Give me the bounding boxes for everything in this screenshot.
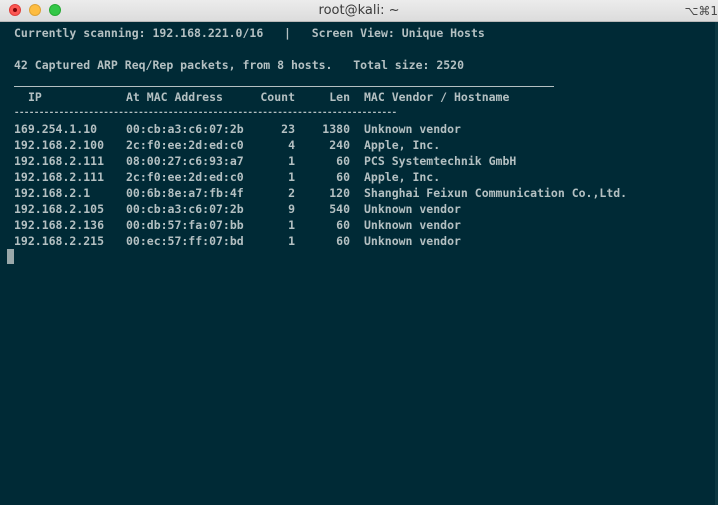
cell-vendor: Apple, Inc. [364, 138, 441, 152]
column-header-ip: IP [28, 90, 42, 104]
cell-count: 2 [288, 186, 295, 200]
cell-mac: 00:cb:a3:c6:07:2b [126, 122, 244, 136]
table-row: 169.254.1.10 00:cb:a3:c6:07:2b 23 1380 Unkno… [14, 121, 694, 137]
cell-len: 540 [329, 202, 350, 216]
table-row: 192.168.2.105 00:cb:a3:c6:07:2b 9 540 Unknow… [14, 201, 694, 217]
table-row: 192.168.2.111 2c:f0:ee:2d:ed:c0 1 60 Apple, … [14, 169, 694, 185]
cell-mac: 2c:f0:ee:2d:ed:c0 [126, 170, 244, 184]
cell-mac: 08:00:27:c6:93:a7 [126, 154, 244, 168]
title-bar: root@kali: ~ ⌥⌘1 [0, 0, 718, 22]
capture-summary-line: 42 Captured ARP Req/Rep packets, from 8 … [14, 58, 465, 72]
cell-len: 60 [336, 234, 350, 248]
cell-vendor: Unknown vendor [364, 234, 461, 248]
header-separator: ----------------------------------------… [14, 108, 397, 118]
cell-ip: 192.168.2.111 [14, 170, 105, 184]
cell-len: 60 [336, 218, 350, 232]
terminal-window: root@kali: ~ ⌥⌘1 Currently scanning: 192… [0, 0, 718, 505]
cell-mac: 2c:f0:ee:2d:ed:c0 [126, 138, 244, 152]
table-row: 192.168.2.136 00:db:57:fa:07:bb 1 60 Unknown… [14, 217, 694, 233]
window-title: root@kali: ~ [318, 3, 400, 18]
cell-ip: 192.168.2.136 [14, 218, 105, 232]
table-row: 192.168.2.111 08:00:27:c6:93:a7 1 60 PCS Sys… [14, 153, 694, 169]
cell-mac: 00:db:57:fa:07:bb [126, 218, 244, 232]
cell-vendor: Unknown vendor [364, 122, 461, 136]
terminal-output[interactable]: Currently scanning: 192.168.221.0/16 | S… [0, 22, 718, 505]
cell-vendor: Unknown vendor [364, 218, 461, 232]
cell-len: 240 [329, 138, 350, 152]
column-header-vendor: MAC Vendor / Hostname [364, 90, 510, 104]
cell-count: 9 [288, 202, 295, 216]
cell-len: 60 [336, 170, 350, 184]
table-row: 192.168.2.100 2c:f0:ee:2d:ed:c0 4 240 Apple,… [14, 137, 694, 153]
cell-count: 23 [281, 122, 295, 136]
cell-ip: 192.168.2.215 [14, 234, 105, 248]
cell-count: 1 [288, 218, 295, 232]
cell-vendor: PCS Systemtechnik GmbH [364, 154, 517, 168]
cell-ip: 192.168.2.100 [14, 138, 105, 152]
cell-count: 1 [288, 170, 295, 184]
window-shortcut: ⌥⌘1 [684, 4, 718, 18]
cell-count: 1 [288, 154, 295, 168]
cell-mac: 00:cb:a3:c6:07:2b [126, 202, 244, 216]
cell-len: 60 [336, 154, 350, 168]
cell-ip: 169.254.1.10 [14, 122, 98, 136]
column-header-count: Count [260, 90, 295, 104]
table-row: 192.168.2.1 00:6b:8e:a7:fb:4f 2 120 Shanghai… [14, 185, 694, 201]
cell-ip: 192.168.2.111 [14, 154, 105, 168]
cell-vendor: Apple, Inc. [364, 170, 441, 184]
cell-len: 120 [329, 186, 350, 200]
cell-count: 1 [288, 234, 295, 248]
cell-ip: 192.168.2.105 [14, 202, 105, 216]
table-row: 192.168.2.215 00:ec:57:ff:07:bd 1 60 Unknown… [14, 233, 694, 249]
cell-vendor: Unknown vendor [364, 202, 461, 216]
cell-mac: 00:ec:57:ff:07:bd [126, 234, 244, 248]
cell-mac: 00:6b:8e:a7:fb:4f [126, 186, 244, 200]
column-header-len: Len [329, 90, 350, 104]
column-header-mac: At MAC Address [126, 90, 223, 104]
text-cursor [7, 249, 14, 264]
header-top-rule [14, 86, 554, 87]
table-header: IP At MAC Address Count Len MAC Vendor /… [14, 89, 694, 105]
cell-len: 1380 [322, 122, 350, 136]
cell-ip: 192.168.2.1 [14, 186, 91, 200]
cell-count: 4 [288, 138, 295, 152]
scanning-status-line: Currently scanning: 192.168.221.0/16 | S… [14, 26, 485, 40]
cell-vendor: Shanghai Feixun Communication Co.,Ltd. [364, 186, 628, 200]
